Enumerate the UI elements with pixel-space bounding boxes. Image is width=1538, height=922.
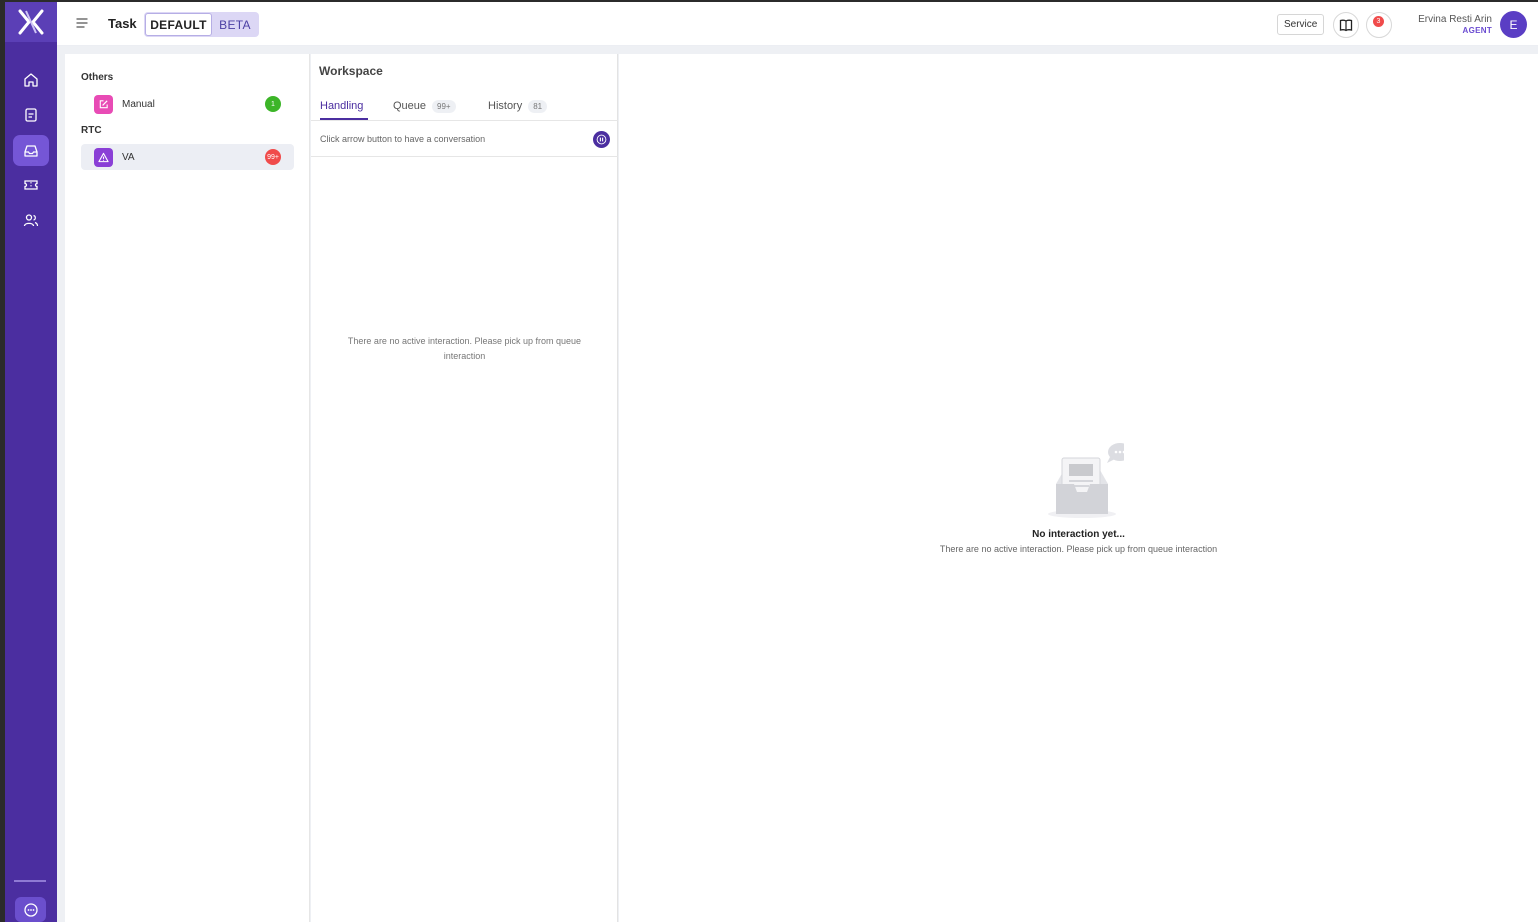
- warning-icon: [98, 152, 109, 162]
- tab-label: Handling: [320, 100, 364, 112]
- users-icon: [23, 213, 39, 226]
- mode-default-button[interactable]: DEFAULT: [145, 13, 212, 36]
- detail-panel: No interaction yet... There are no activ…: [619, 54, 1538, 922]
- workspace-title: Workspace: [319, 64, 383, 78]
- channel-count-badge: 1: [265, 96, 281, 112]
- active-tab-indicator: [320, 118, 368, 120]
- pause-button[interactable]: [593, 131, 610, 148]
- hamburger-icon: [76, 18, 88, 28]
- knowledge-button[interactable]: [1333, 12, 1359, 38]
- edit-icon: [99, 99, 108, 108]
- nav-documents[interactable]: [13, 99, 49, 130]
- empty-inbox-icon: [1048, 443, 1132, 518]
- mode-beta-button[interactable]: BETA: [212, 13, 258, 36]
- channel-icon: [94, 147, 113, 167]
- tab-count: 99+: [432, 99, 456, 113]
- pause-icon: [596, 134, 607, 145]
- avatar[interactable]: E: [1500, 11, 1527, 38]
- tab-handling[interactable]: Handling: [320, 97, 363, 115]
- nav-rail: [5, 2, 57, 922]
- channel-panel: Others Manual 1 RTC VA 99+: [65, 54, 310, 922]
- channel-item-va[interactable]: VA 99+: [81, 144, 294, 170]
- tab-queue[interactable]: Queue 99+: [393, 97, 456, 115]
- notifications-button[interactable]: 3: [1366, 12, 1392, 38]
- empty-inbox-illustration: [1044, 440, 1132, 525]
- page-title: Task: [108, 16, 137, 31]
- app-logo[interactable]: [5, 2, 57, 42]
- channel-icon: [94, 94, 113, 114]
- conversation-hint: Click arrow button to have a conversatio…: [320, 134, 486, 144]
- nav-home[interactable]: [13, 64, 49, 95]
- channel-item-manual[interactable]: Manual 1: [81, 91, 294, 117]
- workspace-panel: Workspace Handling Queue 99+ History 81 …: [311, 54, 618, 922]
- empty-state-title: No interaction yet...: [1032, 529, 1125, 540]
- chat-button[interactable]: [15, 897, 46, 922]
- menu-toggle[interactable]: [75, 16, 89, 30]
- nav-users[interactable]: [13, 204, 49, 235]
- nav-inbox[interactable]: [13, 135, 49, 166]
- rail-divider: [14, 880, 46, 882]
- document-icon: [25, 107, 37, 122]
- chat-icon: [23, 902, 38, 917]
- tab-count: 81: [528, 99, 548, 113]
- top-header: Task DEFAULT BETA Service 3 Ervina Resti…: [57, 2, 1538, 46]
- empty-state-subtitle: There are no active interaction. Please …: [939, 544, 1218, 554]
- user-name: Ervina Resti Arin: [1418, 14, 1492, 25]
- app-window: Task DEFAULT BETA Service 3 Ervina Resti…: [5, 2, 1538, 922]
- ticket-icon: [24, 179, 38, 190]
- notification-badge: 3: [1373, 16, 1384, 27]
- user-role: AGENT: [1462, 26, 1492, 35]
- home-icon: [24, 72, 38, 87]
- mode-switch: DEFAULT BETA: [144, 12, 259, 37]
- book-icon: [1339, 19, 1353, 32]
- channel-count-badge: 99+: [265, 149, 281, 165]
- section-label-rtc: RTC: [81, 125, 102, 136]
- tab-history[interactable]: History 81: [488, 97, 548, 115]
- workspace-empty-text: There are no active interaction. Please …: [347, 336, 582, 361]
- channel-label: VA: [122, 151, 135, 163]
- logo-x-icon: [18, 9, 44, 35]
- workspace-tabs: Handling Queue 99+ History 81: [311, 92, 618, 121]
- section-label-others: Others: [81, 72, 114, 83]
- service-button[interactable]: Service: [1277, 14, 1325, 35]
- conversation-hint-row: Click arrow button to have a conversatio…: [311, 122, 618, 157]
- inbox-icon: [24, 144, 38, 157]
- nav-tickets[interactable]: [13, 169, 49, 200]
- channel-label: Manual: [122, 98, 155, 110]
- tab-label: Queue: [393, 100, 427, 112]
- tab-label: History: [488, 100, 523, 112]
